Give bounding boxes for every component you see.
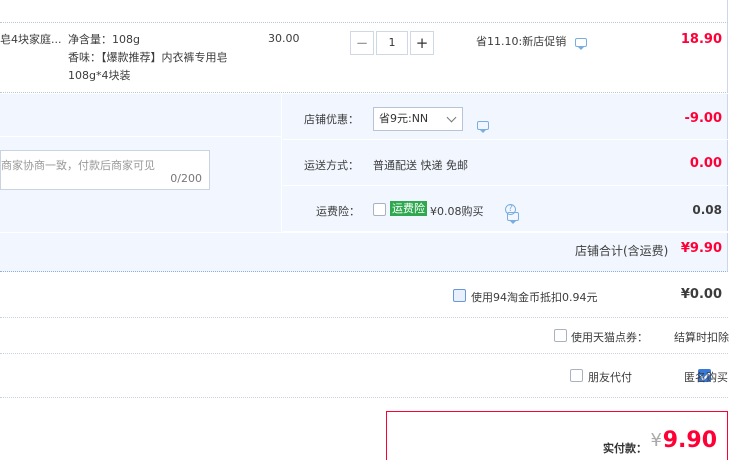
memo-area: 商家协商一致，付款后商家可见 0/200 bbox=[0, 94, 282, 232]
tmall-points-text: 使用天猫点券： bbox=[571, 331, 648, 344]
divider bbox=[0, 232, 728, 233]
shop-total-label: 店铺合计(含运费) bbox=[575, 244, 669, 258]
payment-currency: ¥ bbox=[650, 430, 662, 451]
divider bbox=[0, 353, 728, 354]
qty-input[interactable]: 1 bbox=[376, 31, 408, 55]
friend-pay-checkbox[interactable] bbox=[570, 369, 583, 382]
help-icon[interactable]: ? bbox=[505, 204, 516, 215]
anonymous-label: 匿名购买 bbox=[684, 371, 728, 384]
memo-input[interactable]: 商家协商一致，付款后商家可见 0/200 bbox=[0, 150, 210, 190]
shop-discount-amount: -9.00 bbox=[684, 111, 722, 126]
quantity-stepper: − 1 + bbox=[350, 31, 434, 55]
insurance-price: ¥0.08购买 bbox=[430, 205, 484, 218]
coins-text: 使用94淘金币抵扣0.94元 bbox=[471, 291, 598, 304]
memo-char-count: 0/200 bbox=[170, 172, 202, 185]
payment-summary: 实付款： ¥ 9.90 bbox=[386, 411, 728, 460]
divider bbox=[0, 397, 728, 398]
coins-amount: ¥0.00 bbox=[680, 287, 722, 302]
promo-info: 省11.10:新店促销 bbox=[476, 33, 587, 50]
shipping-label: 运送方式： bbox=[304, 159, 359, 172]
chat-icon[interactable] bbox=[574, 37, 587, 50]
insurance-amount: 0.08 bbox=[692, 203, 722, 217]
chevron-down-icon bbox=[446, 112, 457, 123]
divider bbox=[0, 317, 728, 318]
qty-plus-button[interactable]: + bbox=[410, 31, 434, 55]
item-subtotal: 18.90 bbox=[680, 32, 722, 47]
coins-checkbox[interactable] bbox=[453, 289, 466, 302]
qty-minus-button[interactable]: − bbox=[350, 31, 374, 55]
divider bbox=[0, 22, 728, 23]
shop-discount-label: 店铺优惠： bbox=[304, 113, 359, 126]
payment-label: 实付款： bbox=[603, 442, 647, 455]
product-scent: 香味：【爆款推荐】内衣裤专用皂 bbox=[68, 51, 228, 64]
tmall-points-value: 结算时扣除 bbox=[674, 331, 729, 344]
shop-discount-select[interactable]: 省9元:NN bbox=[373, 107, 463, 131]
product-name[interactable]: 皂4块家庭... bbox=[0, 31, 62, 47]
divider bbox=[0, 136, 282, 137]
insurance-checkbox[interactable] bbox=[373, 203, 386, 216]
insurance-label: 运费险： bbox=[316, 205, 360, 218]
friend-pay-label: 朋友代付 bbox=[588, 371, 632, 384]
unit-price: 30.00 bbox=[268, 32, 300, 45]
insurance-badge: 运费险 bbox=[390, 201, 427, 216]
product-net-content: 净含量：108g bbox=[68, 33, 140, 46]
shop-discount-value: 省9元:NN bbox=[379, 112, 429, 125]
memo-placeholder: 商家协商一致，付款后商家可见 bbox=[1, 159, 155, 172]
shipping-amount: 0.00 bbox=[689, 156, 722, 171]
shop-total-amount: ¥9.90 bbox=[680, 241, 722, 256]
tmall-points-checkbox[interactable] bbox=[554, 329, 567, 342]
promo-text: 省11.10:新店促销 bbox=[476, 35, 567, 48]
chat-icon[interactable] bbox=[477, 120, 489, 133]
product-spec: 108g*4块装 bbox=[68, 69, 131, 82]
payment-amount: 9.90 bbox=[662, 428, 717, 453]
shipping-method: 普通配送 快递 免邮 bbox=[373, 159, 468, 172]
